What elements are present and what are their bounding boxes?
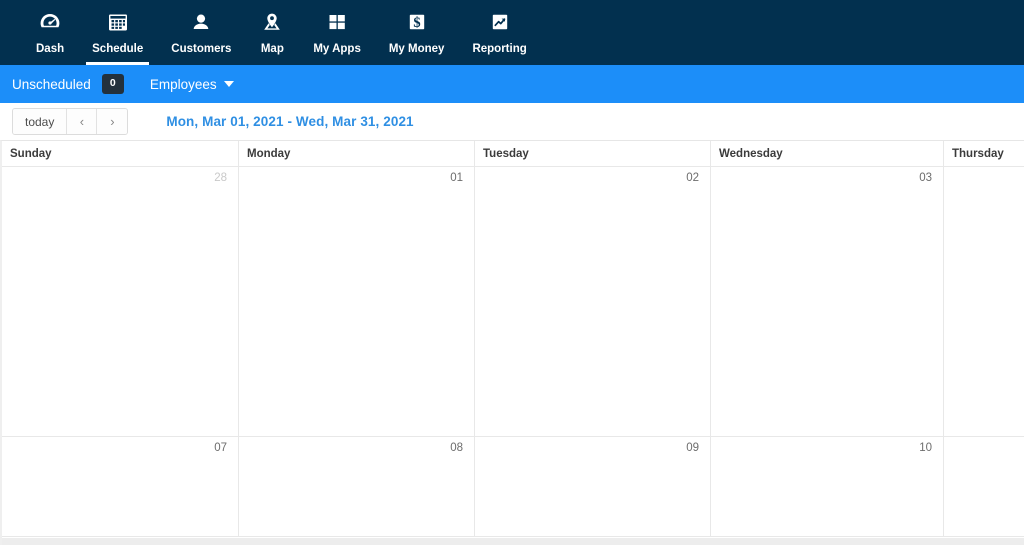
employees-label: Employees bbox=[149, 76, 217, 92]
calendar-day-cell[interactable]: 09 bbox=[475, 437, 711, 536]
map-pin-icon bbox=[259, 7, 285, 37]
calendar-column-header: Monday bbox=[239, 141, 475, 166]
bottom-scrollbar-strip[interactable] bbox=[2, 538, 1024, 545]
calendar-day-header-row: Sunday Monday Tuesday Wednesday Thursday bbox=[2, 141, 1024, 167]
calendar-column-name: Tuesday bbox=[483, 147, 529, 160]
nav-label: My Money bbox=[388, 43, 445, 55]
top-navigation-bar: Dash Schedule Customers Map My Apps $ My… bbox=[0, 0, 1024, 65]
chart-up-icon bbox=[487, 7, 513, 37]
svg-text:$: $ bbox=[413, 15, 420, 31]
calendar-day-number: 07 bbox=[214, 442, 227, 454]
calendar-day-cell[interactable]: 02 bbox=[475, 167, 711, 436]
calendar-day-number: 09 bbox=[686, 442, 699, 454]
gauge-icon bbox=[37, 7, 63, 37]
nav-label: Schedule bbox=[92, 43, 144, 55]
calendar-day-cell[interactable]: 01 bbox=[239, 167, 475, 436]
calendar-icon bbox=[105, 7, 131, 37]
nav-item-customers[interactable]: Customers bbox=[157, 0, 245, 65]
date-range-label[interactable]: Mon, Mar 01, 2021 - Wed, Mar 31, 2021 bbox=[166, 114, 413, 129]
calendar-day-number: 01 bbox=[450, 172, 463, 184]
calendar-day-number: 28 bbox=[214, 172, 227, 184]
calendar-day-cell[interactable] bbox=[944, 437, 1024, 536]
nav-item-map[interactable]: Map bbox=[245, 0, 299, 65]
calendar-column-name: Sunday bbox=[10, 147, 52, 160]
nav-label: Reporting bbox=[472, 43, 527, 55]
unscheduled-filter[interactable]: Unscheduled 0 bbox=[12, 74, 124, 94]
calendar-day-number: 08 bbox=[450, 442, 463, 454]
nav-item-my-money[interactable]: $ My Money bbox=[375, 0, 459, 65]
sub-navigation-bar: Unscheduled 0 Employees bbox=[0, 65, 1024, 103]
calendar-column-name: Wednesday bbox=[719, 147, 783, 160]
employees-dropdown[interactable]: Employees bbox=[150, 77, 234, 92]
dollar-icon: $ bbox=[404, 7, 430, 37]
calendar-week-row: 07 08 09 10 bbox=[2, 437, 1024, 537]
nav-label: Map bbox=[260, 43, 284, 55]
calendar-day-cell[interactable] bbox=[944, 167, 1024, 436]
calendar-column-header: Wednesday bbox=[711, 141, 944, 166]
calendar-day-cell[interactable]: 28 bbox=[2, 167, 239, 436]
unscheduled-count-badge: 0 bbox=[101, 74, 124, 94]
unscheduled-label: Unscheduled bbox=[12, 76, 91, 92]
calendar-day-number: 02 bbox=[686, 172, 699, 184]
next-period-button[interactable]: › bbox=[97, 109, 128, 134]
calendar-day-number: 10 bbox=[919, 442, 932, 454]
calendar-column-name: Thursday bbox=[952, 147, 1004, 160]
nav-label: My Apps bbox=[313, 43, 361, 55]
calendar-day-cell[interactable]: 03 bbox=[711, 167, 944, 436]
grid-icon bbox=[324, 7, 350, 37]
chevron-down-icon bbox=[223, 81, 234, 87]
calendar-day-cell[interactable]: 10 bbox=[711, 437, 944, 536]
calendar-week-row: 28 01 02 03 bbox=[2, 167, 1024, 437]
nav-label: Customers bbox=[171, 43, 232, 55]
calendar-column-name: Monday bbox=[247, 147, 291, 160]
person-icon bbox=[188, 7, 214, 37]
nav-label: Dash bbox=[36, 43, 65, 55]
calendar-nav-button-group: today ‹ › bbox=[12, 108, 129, 135]
previous-period-button[interactable]: ‹ bbox=[67, 109, 98, 134]
nav-item-reporting[interactable]: Reporting bbox=[458, 0, 540, 65]
nav-item-dash[interactable]: Dash bbox=[22, 0, 78, 65]
calendar-toolbar: today ‹ › Mon, Mar 01, 2021 - Wed, Mar 3… bbox=[0, 103, 1024, 140]
calendar-column-header: Thursday bbox=[944, 141, 1024, 166]
calendar-day-cell[interactable]: 07 bbox=[2, 437, 239, 536]
calendar-grid: Sunday Monday Tuesday Wednesday Thursday 28 0… bbox=[0, 140, 1024, 545]
today-button[interactable]: today bbox=[13, 109, 68, 134]
nav-item-schedule[interactable]: Schedule bbox=[78, 0, 157, 65]
calendar-body: 28 01 02 03 07 08 09 10 bbox=[2, 167, 1024, 537]
calendar-column-header: Tuesday bbox=[475, 141, 711, 166]
calendar-column-header: Sunday bbox=[2, 141, 239, 166]
nav-item-my-apps[interactable]: My Apps bbox=[299, 0, 375, 65]
calendar-day-cell[interactable]: 08 bbox=[239, 437, 475, 536]
calendar-day-number: 03 bbox=[919, 172, 932, 184]
